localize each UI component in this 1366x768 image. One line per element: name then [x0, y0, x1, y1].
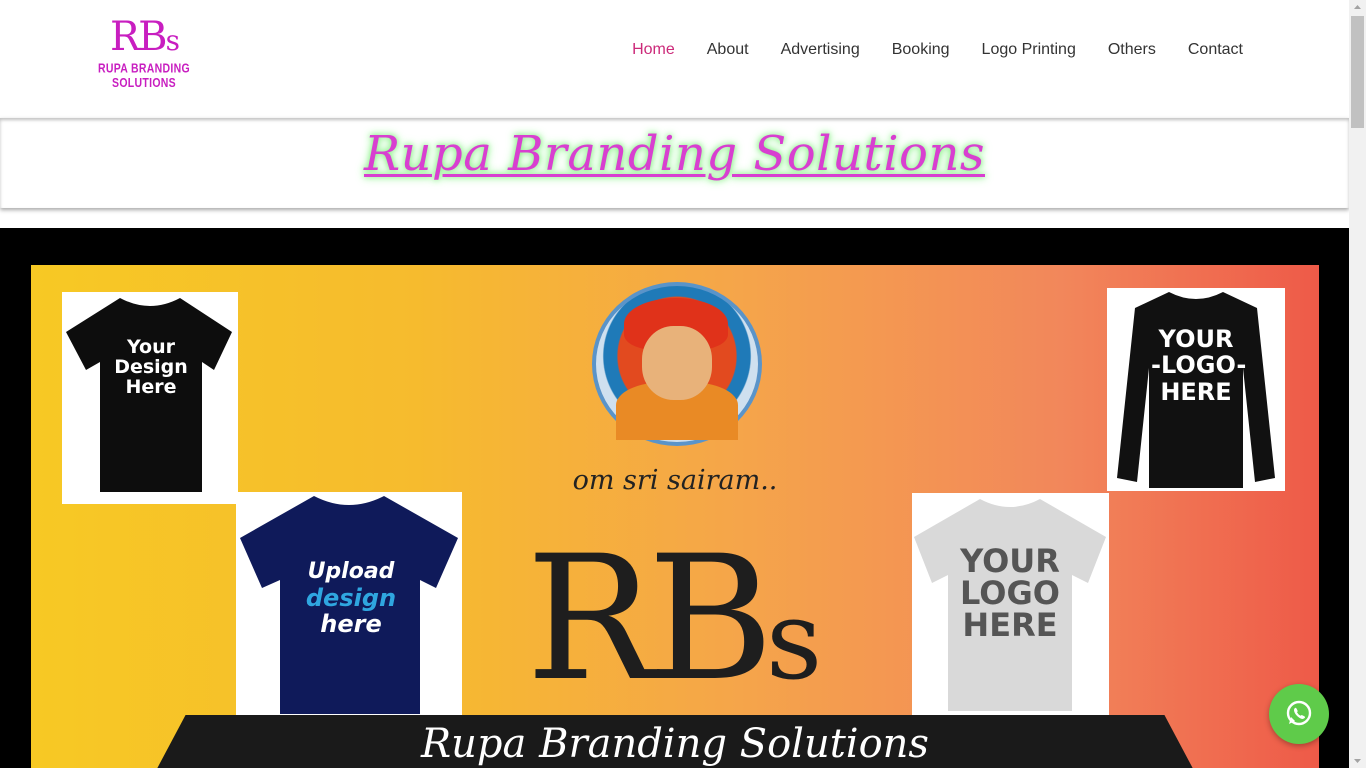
site-logo[interactable]: RBs RUPA BRANDING SOLUTIONS	[74, 14, 214, 90]
portrait-face	[642, 326, 712, 400]
tee-3-text: YOUR -LOGO- HERE	[1151, 325, 1247, 406]
tee-1-text: Your Design Here	[114, 336, 188, 398]
nav-contact[interactable]: Contact	[1172, 38, 1259, 62]
page-scrollbar[interactable]	[1349, 0, 1366, 768]
site-header: RBs RUPA BRANDING SOLUTIONS Home About A…	[0, 0, 1349, 118]
nav-home[interactable]: Home	[616, 38, 691, 62]
banner-image: Your Design Here Upload design here om s…	[31, 265, 1319, 768]
page: RBs RUPA BRANDING SOLUTIONS Home About A…	[0, 0, 1349, 768]
scroll-up-icon[interactable]	[1349, 0, 1366, 14]
scrollbar-thumb[interactable]	[1351, 16, 1364, 128]
nav-booking[interactable]: Booking	[876, 38, 966, 62]
tee-card-longsleeve: YOUR -LOGO- HERE	[1107, 288, 1285, 491]
hero-banner: Your Design Here Upload design here om s…	[0, 228, 1349, 768]
whatsapp-button[interactable]	[1269, 684, 1329, 744]
nav-logo-printing[interactable]: Logo Printing	[966, 38, 1092, 62]
tee-2-line-2: design	[305, 584, 397, 612]
logo-subtitle: RUPA BRANDING SOLUTIONS	[98, 61, 190, 91]
nav-others[interactable]: Others	[1092, 38, 1172, 62]
nav-about[interactable]: About	[691, 38, 765, 62]
banner-name-text: Rupa Branding Solutions	[421, 721, 929, 767]
saint-portrait	[592, 282, 762, 446]
banner-logo-mark: RBs	[526, 518, 822, 719]
tee-4-text: YOUR LOGO HERE	[960, 542, 1060, 644]
logo-mark: RBs	[110, 14, 180, 60]
main-nav: Home About Advertising Booking Logo Prin…	[616, 38, 1259, 62]
nav-advertising[interactable]: Advertising	[765, 38, 876, 62]
tee-card-white: YOUR LOGO HERE	[912, 493, 1109, 715]
tee-2-line-1: Upload	[307, 559, 395, 584]
tee-2-line-3: here	[320, 610, 382, 638]
whatsapp-icon	[1286, 700, 1312, 726]
tee-card-navy: Upload design here	[236, 492, 462, 717]
page-title[interactable]: Rupa Branding Solutions	[0, 126, 1349, 182]
scroll-down-icon[interactable]	[1349, 754, 1366, 768]
